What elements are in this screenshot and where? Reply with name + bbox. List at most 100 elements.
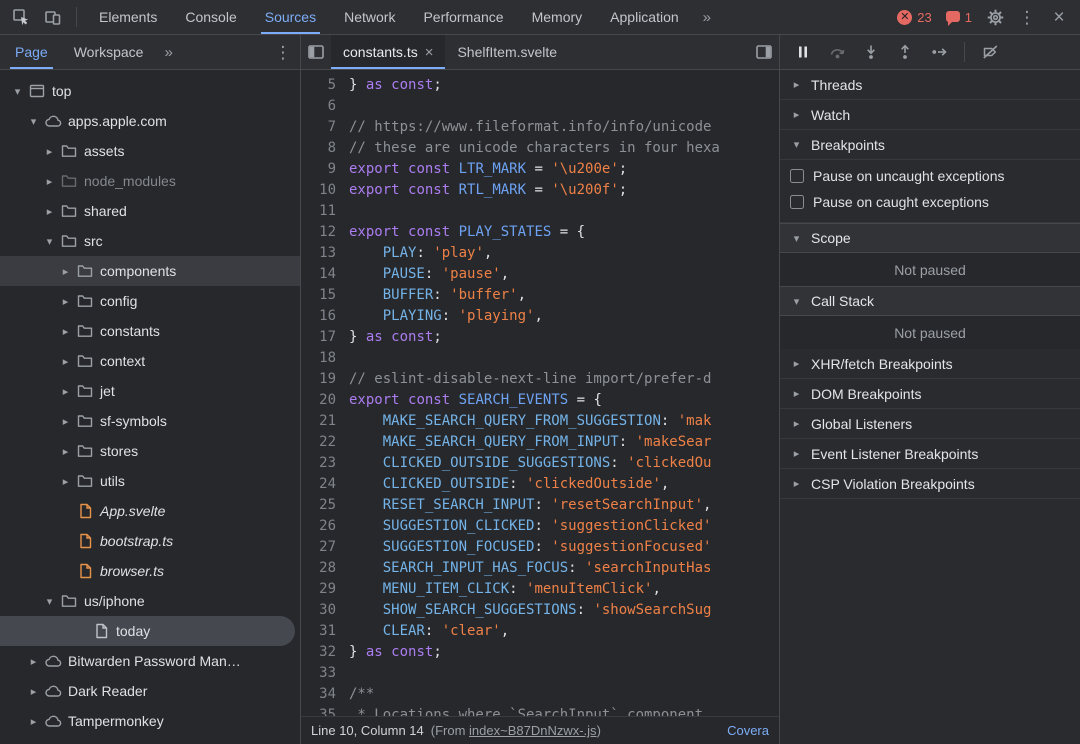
chevron-down-icon[interactable]: ▾ xyxy=(42,595,57,608)
more-panels-icon[interactable]: » xyxy=(695,9,719,26)
chevron-right-icon[interactable]: ▸ xyxy=(42,205,57,218)
code-line[interactable]: 19// eslint-disable-next-line import/pre… xyxy=(301,369,779,390)
deactivate-breakpoints-icon[interactable] xyxy=(975,39,1005,65)
line-number[interactable]: 9 xyxy=(301,159,349,180)
line-number[interactable]: 12 xyxy=(301,222,349,243)
line-number[interactable]: 30 xyxy=(301,600,349,621)
code-line[interactable]: 24 CLICKED_OUTSIDE: 'clickedOutside', xyxy=(301,474,779,495)
chevron-right-icon[interactable]: ▸ xyxy=(26,655,41,668)
code-line[interactable]: 12 export const PLAY_STATES = { xyxy=(301,222,779,243)
code-line[interactable]: 25 RESET_SEARCH_INPUT: 'resetSearchInput… xyxy=(301,495,779,516)
more-navigator-tabs-icon[interactable]: » xyxy=(156,44,180,61)
section-xhr-fetch-breakpoints[interactable]: ▸ XHR/fetch Breakpoints xyxy=(780,349,1080,379)
tab-network[interactable]: Network xyxy=(330,0,409,34)
checkbox-pause-on-caught-exceptions[interactable]: Pause on caught exceptions xyxy=(780,189,1080,215)
tree-item-constants[interactable]: ▸ constants xyxy=(0,316,300,346)
line-number[interactable]: 24 xyxy=(301,474,349,495)
line-number[interactable]: 8 xyxy=(301,138,349,159)
code-line[interactable]: 5} as const; xyxy=(301,75,779,96)
code-line[interactable]: 6 xyxy=(301,96,779,117)
code-line[interactable]: 13 PLAY: 'play', xyxy=(301,243,779,264)
line-number[interactable]: 10 xyxy=(301,180,349,201)
tree-item-src[interactable]: ▾ src xyxy=(0,226,300,256)
line-number[interactable]: 29 xyxy=(301,579,349,600)
tree-item-stores[interactable]: ▸ stores xyxy=(0,436,300,466)
line-number[interactable]: 17 xyxy=(301,327,349,348)
section-dom-breakpoints[interactable]: ▸ DOM Breakpoints xyxy=(780,379,1080,409)
tree-item-components[interactable]: ▸ components xyxy=(0,256,300,286)
chevron-down-icon[interactable]: ▾ xyxy=(26,115,41,128)
tree-item-bootstrap-ts[interactable]: bootstrap.ts xyxy=(0,526,300,556)
line-number[interactable]: 22 xyxy=(301,432,349,453)
chevron-right-icon[interactable]: ▸ xyxy=(58,355,73,368)
code-line[interactable]: 21 MAKE_SEARCH_QUERY_FROM_SUGGESTION: 'm… xyxy=(301,411,779,432)
editor-tab-shelfitem-svelte[interactable]: ShelfItem.svelte xyxy=(445,35,569,69)
line-number[interactable]: 33 xyxy=(301,663,349,684)
line-number[interactable]: 14 xyxy=(301,264,349,285)
tab-workspace[interactable]: Workspace xyxy=(61,35,157,69)
tab-elements[interactable]: Elements xyxy=(85,0,171,34)
step-over-icon[interactable] xyxy=(822,39,852,65)
chevron-right-icon[interactable]: ▸ xyxy=(58,475,73,488)
tree-item-apps-apple-com[interactable]: ▾ apps.apple.com xyxy=(0,106,300,136)
section-watch[interactable]: ▸ Watch xyxy=(780,100,1080,130)
code-line[interactable]: 18 xyxy=(301,348,779,369)
line-number[interactable]: 32 xyxy=(301,642,349,663)
line-number[interactable]: 13 xyxy=(301,243,349,264)
line-number[interactable]: 7 xyxy=(301,117,349,138)
line-number[interactable]: 15 xyxy=(301,285,349,306)
tree-item-today[interactable]: today xyxy=(0,616,295,646)
code-line[interactable]: 22 MAKE_SEARCH_QUERY_FROM_INPUT: 'makeSe… xyxy=(301,432,779,453)
tree-item-bitwarden-password-man[interactable]: ▸ Bitwarden Password Man… xyxy=(0,646,300,676)
tab-application[interactable]: Application xyxy=(596,0,693,34)
tree-item-us-iphone[interactable]: ▾ us/iphone xyxy=(0,586,300,616)
code-line[interactable]: 9 export const LTR_MARK = '\u200e'; xyxy=(301,159,779,180)
tree-item-assets[interactable]: ▸ assets xyxy=(0,136,300,166)
tab-memory[interactable]: Memory xyxy=(518,0,597,34)
code-line[interactable]: 11 xyxy=(301,201,779,222)
pause-icon[interactable] xyxy=(788,39,818,65)
tree-item-node-modules[interactable]: ▸ node_modules xyxy=(0,166,300,196)
checkbox-icon[interactable] xyxy=(790,169,804,183)
more-options-icon[interactable]: ⋮ xyxy=(1012,3,1042,31)
code-line[interactable]: 8// these are unicode characters in four… xyxy=(301,138,779,159)
inspect-element-icon[interactable] xyxy=(6,3,36,31)
line-number[interactable]: 5 xyxy=(301,75,349,96)
close-icon[interactable]: × xyxy=(1044,3,1074,31)
source-map-link[interactable]: index~B87DnNzwx-.js xyxy=(469,723,597,738)
step-icon[interactable] xyxy=(924,39,954,65)
line-number[interactable]: 25 xyxy=(301,495,349,516)
section-threads[interactable]: ▸ Threads xyxy=(780,70,1080,100)
line-number[interactable]: 34 xyxy=(301,684,349,705)
code-line[interactable]: 14 PAUSE: 'pause', xyxy=(301,264,779,285)
section-csp-violation-breakpoints[interactable]: ▸ CSP Violation Breakpoints xyxy=(780,469,1080,499)
chevron-right-icon[interactable]: ▸ xyxy=(26,715,41,728)
issues-badge[interactable]: 1 xyxy=(940,10,978,26)
line-number[interactable]: 6 xyxy=(301,96,349,117)
hide-navigator-icon[interactable] xyxy=(301,38,331,66)
code-line[interactable]: 16 PLAYING: 'playing', xyxy=(301,306,779,327)
code-line[interactable]: 15 BUFFER: 'buffer', xyxy=(301,285,779,306)
tree-item-shared[interactable]: ▸ shared xyxy=(0,196,300,226)
checkbox-icon[interactable] xyxy=(790,195,804,209)
line-number[interactable]: 23 xyxy=(301,453,349,474)
chevron-down-icon[interactable]: ▾ xyxy=(42,235,57,248)
settings-gear-icon[interactable] xyxy=(980,3,1010,31)
code-line[interactable]: 17} as const; xyxy=(301,327,779,348)
section-event-listener-breakpoints[interactable]: ▸ Event Listener Breakpoints xyxy=(780,439,1080,469)
tree-item-top[interactable]: ▾ top xyxy=(0,76,300,106)
step-into-icon[interactable] xyxy=(856,39,886,65)
chevron-right-icon[interactable]: ▸ xyxy=(58,385,73,398)
line-number[interactable]: 35 xyxy=(301,705,349,716)
close-tab-icon[interactable]: × xyxy=(425,45,434,60)
line-number[interactable]: 19 xyxy=(301,369,349,390)
tab-sources[interactable]: Sources xyxy=(251,0,330,34)
tree-item-jet[interactable]: ▸ jet xyxy=(0,376,300,406)
show-debugger-sidebar-icon[interactable] xyxy=(749,38,779,66)
code-line[interactable]: 10 export const RTL_MARK = '\u200f'; xyxy=(301,180,779,201)
chevron-right-icon[interactable]: ▸ xyxy=(58,295,73,308)
code-line[interactable]: 35 * Locations where `SearchInput` compo… xyxy=(301,705,779,716)
tree-item-tampermonkey[interactable]: ▸ Tampermonkey xyxy=(0,706,300,736)
code-line[interactable]: 34/** xyxy=(301,684,779,705)
line-number[interactable]: 31 xyxy=(301,621,349,642)
